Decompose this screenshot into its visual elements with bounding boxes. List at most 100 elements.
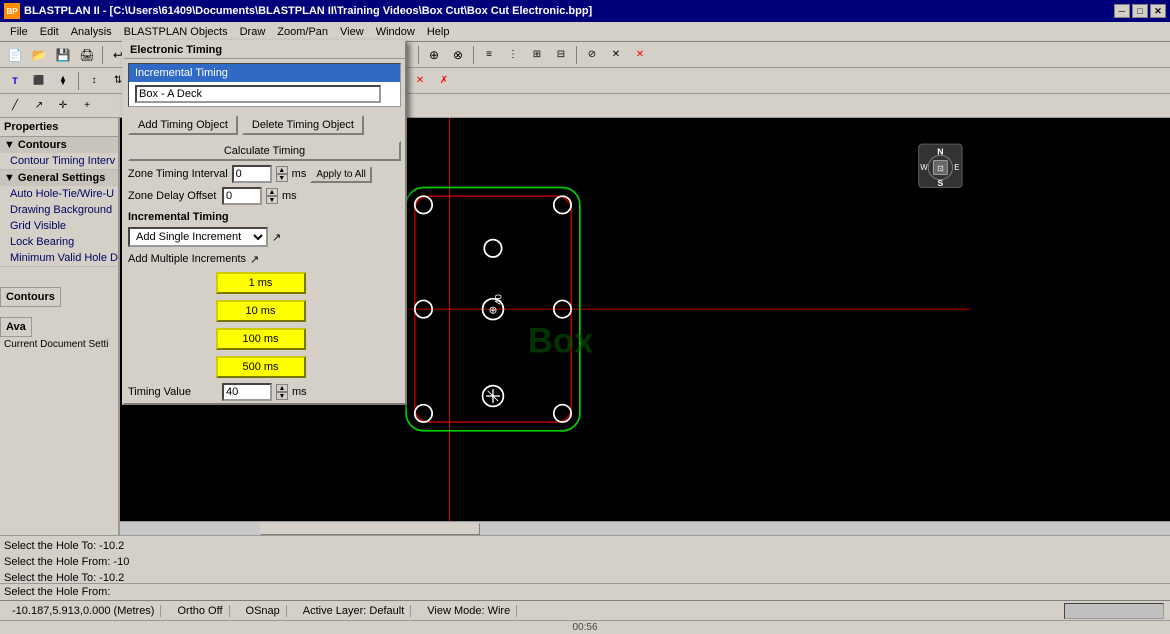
- tb-t8[interactable]: ≡: [478, 44, 500, 66]
- close-button[interactable]: ✕: [1150, 4, 1166, 18]
- zone-delay-up[interactable]: ▲: [266, 188, 278, 196]
- menu-help[interactable]: Help: [421, 24, 456, 40]
- tb2-1[interactable]: T: [4, 70, 26, 92]
- tb2-17[interactable]: ✕: [409, 70, 431, 92]
- tb-open[interactable]: 📂: [28, 44, 50, 66]
- titlebar-left: BP BLASTPLAN II - [C:\Users\61409\Docume…: [4, 3, 592, 19]
- menu-window[interactable]: Window: [370, 24, 421, 40]
- ortho-status[interactable]: Ortho Off: [171, 605, 229, 617]
- current-prompt-row: Select the Hole From:: [0, 583, 1170, 600]
- zone-timing-up[interactable]: ▲: [276, 166, 288, 174]
- zone-delay-input[interactable]: [222, 187, 262, 205]
- tb-save[interactable]: 💾: [52, 44, 74, 66]
- sep7: [576, 46, 577, 64]
- timing-500ms-button[interactable]: 500 ms: [216, 356, 306, 378]
- zone-timing-down[interactable]: ▼: [276, 174, 288, 182]
- menubar: File Edit Analysis BLASTPLAN Objects Dra…: [0, 22, 1170, 42]
- app: BP BLASTPLAN II - [C:\Users\61409\Docume…: [0, 0, 1170, 634]
- svg-text:W: W: [920, 163, 928, 172]
- svg-text:E: E: [954, 163, 959, 172]
- timing-value-down[interactable]: ▼: [276, 392, 288, 400]
- tb3-3[interactable]: ✛: [52, 95, 74, 117]
- tb3-4[interactable]: +: [76, 95, 98, 117]
- timing-value-input[interactable]: [222, 383, 272, 401]
- contours-group: ▼ Contours Contour Timing Interv: [0, 137, 118, 170]
- menu-edit[interactable]: Edit: [34, 24, 65, 40]
- current-prompt: Select the Hole From:: [4, 586, 110, 598]
- add-multiple-icon: ↗: [250, 253, 259, 266]
- timing-100ms-button[interactable]: 100 ms: [216, 328, 306, 350]
- expand-icon2: ▼: [4, 172, 15, 184]
- menu-draw[interactable]: Draw: [234, 24, 272, 40]
- timing-10ms-button[interactable]: 10 ms: [216, 300, 306, 322]
- minimize-button[interactable]: ─: [1114, 4, 1130, 18]
- tb3-1[interactable]: ╱: [4, 95, 26, 117]
- tb-t9[interactable]: ⋮: [502, 44, 524, 66]
- tb2-4[interactable]: ↕: [83, 70, 105, 92]
- tb-new[interactable]: 📄: [4, 44, 26, 66]
- h-scrollbar-thumb[interactable]: [260, 523, 480, 535]
- calculate-timing-button[interactable]: Calculate Timing: [128, 141, 401, 161]
- zone-delay-unit: ms: [282, 190, 297, 202]
- select-line-1: Select the Hole From: -10: [4, 554, 1166, 570]
- timing-value-spinners: ▲ ▼: [276, 384, 288, 400]
- add-multiple-label: Add Multiple Increments: [128, 251, 246, 267]
- tb-t12[interactable]: ⊘: [581, 44, 603, 66]
- menu-file[interactable]: File: [4, 24, 34, 40]
- layer-status: Active Layer: Default: [297, 605, 412, 617]
- tb3-2[interactable]: ↗: [28, 95, 50, 117]
- zone-delay-down[interactable]: ▼: [266, 196, 278, 204]
- lock-bearing-item[interactable]: Lock Bearing: [0, 234, 118, 250]
- tb-t10[interactable]: ⊞: [526, 44, 548, 66]
- contours-tab[interactable]: Contours: [0, 287, 61, 307]
- drawing-bg-item[interactable]: Drawing Background: [0, 202, 118, 218]
- tb-print[interactable]: 🖨: [76, 44, 98, 66]
- grid-visible-item[interactable]: Grid Visible: [0, 218, 118, 234]
- min-valid-hole-item[interactable]: Minimum Valid Hole D: [0, 250, 118, 266]
- menu-zoomspan[interactable]: Zoom/Pan: [271, 24, 334, 40]
- contours-group-header[interactable]: ▼ Contours: [0, 137, 118, 153]
- zone-delay-spinners: ▲ ▼: [266, 188, 278, 204]
- expand-icon: ▼: [4, 139, 15, 151]
- menu-objects[interactable]: BLASTPLAN Objects: [118, 24, 234, 40]
- zone-delay-row: Zone Delay Offset ▲ ▼ ms: [124, 185, 405, 207]
- select-line-0: Select the Hole To: -10.2: [4, 538, 1166, 554]
- menu-view[interactable]: View: [334, 24, 370, 40]
- contour-timing-item[interactable]: Contour Timing Interv: [0, 153, 118, 169]
- general-settings-label: General Settings: [18, 172, 105, 184]
- restore-button[interactable]: □: [1132, 4, 1148, 18]
- timing-value-up[interactable]: ▲: [276, 384, 288, 392]
- sep8: [78, 72, 79, 90]
- tb2-3[interactable]: ⧫: [52, 70, 74, 92]
- add-single-row: Add Single Increment ↗: [124, 225, 405, 249]
- timing-1ms-button[interactable]: 1 ms: [216, 272, 306, 294]
- auto-hole-tie-item[interactable]: Auto Hole-Tie/Wire-U: [0, 186, 118, 202]
- coords-status: -10.187,5.913,0.000 (Metres): [6, 605, 161, 617]
- tb-t6[interactable]: ⊕: [423, 44, 445, 66]
- mode-status: View Mode: Wire: [421, 605, 517, 617]
- menu-analysis[interactable]: Analysis: [65, 24, 118, 40]
- h-scrollbar[interactable]: [120, 521, 1170, 535]
- tb-t13[interactable]: ✕: [605, 44, 627, 66]
- zone-timing-unit: ms: [292, 168, 307, 180]
- osnap-status[interactable]: OSnap: [240, 605, 287, 617]
- general-settings-header[interactable]: ▼ General Settings: [0, 170, 118, 186]
- tb2-18[interactable]: ✗: [433, 70, 455, 92]
- zone-timing-spinners: ▲ ▼: [276, 166, 288, 182]
- svg-text:Box: Box: [528, 323, 594, 361]
- tb2-2[interactable]: ⬛: [28, 70, 50, 92]
- tb-t11[interactable]: ⊟: [550, 44, 572, 66]
- tb-t14[interactable]: ✕: [629, 44, 651, 66]
- add-single-select[interactable]: Add Single Increment: [128, 227, 268, 247]
- tb-t7[interactable]: ⊗: [447, 44, 469, 66]
- add-multiple-row: Add Multiple Increments ↗: [124, 249, 405, 269]
- zone-timing-row: Zone Timing Interval ▲ ▼ ms Apply to All: [124, 163, 405, 185]
- delete-timing-button[interactable]: Delete Timing Object: [242, 118, 364, 135]
- status-progress-bar: [1064, 603, 1164, 619]
- zone-timing-input[interactable]: [232, 165, 272, 183]
- electronic-timing-panel: Electronic Timing Incremental Timing Add…: [122, 118, 407, 405]
- add-timing-button[interactable]: Add Timing Object: [128, 118, 238, 135]
- apply-to-all-button[interactable]: Apply to All: [310, 166, 371, 183]
- available-tab[interactable]: Ava: [0, 317, 32, 337]
- content-area: Properties ▼ Contours Contour Timing Int…: [0, 118, 1170, 535]
